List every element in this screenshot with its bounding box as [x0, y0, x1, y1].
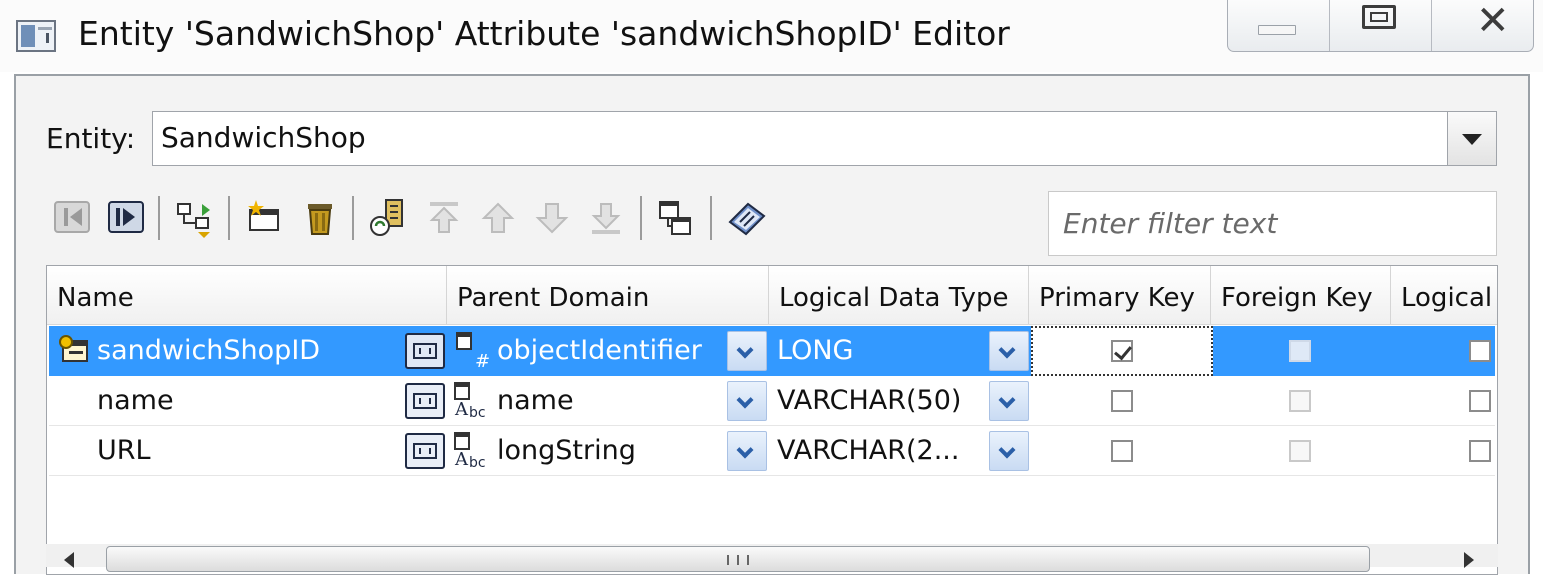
cell-logical-data-type[interactable]: VARCHAR(50) [777, 376, 987, 426]
maximize-button[interactable] [1330, 0, 1432, 51]
close-icon: ✕ [1476, 0, 1510, 44]
primary-key-checkbox[interactable] [1111, 340, 1133, 362]
column-header-logical[interactable]: Logical [1391, 266, 1497, 324]
cell-name[interactable]: URL [97, 426, 397, 476]
maximize-icon [1362, 5, 1396, 29]
svg-text:bc: bc [469, 405, 486, 421]
grip-icon [727, 555, 749, 565]
move-up-icon[interactable] [478, 196, 518, 240]
column-header-parent-domain[interactable]: Parent Domain [447, 266, 769, 324]
move-top-icon[interactable] [424, 196, 464, 240]
cell-parent-domain[interactable]: objectIdentifier [497, 326, 727, 376]
chevron-down-icon[interactable] [727, 381, 767, 421]
minimize-icon [1258, 25, 1296, 35]
entity-select[interactable]: SandwichShop [152, 111, 1497, 166]
chevron-down-icon[interactable] [989, 331, 1029, 371]
scroll-right-icon[interactable] [1464, 552, 1474, 568]
column-header-foreign-key[interactable]: Foreign Key [1211, 266, 1391, 324]
logical-checkbox[interactable] [1469, 440, 1491, 462]
expand-right-icon[interactable] [106, 196, 146, 240]
foreign-key-checkbox[interactable] [1289, 340, 1311, 362]
window-title: Entity 'SandwichShop' Attribute 'sandwic… [78, 14, 1010, 53]
filter-input[interactable] [1049, 192, 1496, 255]
entity-label: Entity: [46, 122, 136, 155]
svg-text:bc: bc [469, 455, 486, 471]
foreign-key-checkbox[interactable] [1289, 390, 1311, 412]
logical-checkbox[interactable] [1469, 340, 1491, 362]
close-button[interactable]: ✕ [1432, 0, 1533, 51]
window-app-icon [16, 19, 58, 53]
filter-box [1048, 191, 1497, 256]
primary-key-checkbox[interactable] [1111, 440, 1133, 462]
move-bottom-icon[interactable] [586, 196, 626, 240]
toolbar-separator [710, 196, 712, 240]
toolbar-separator [158, 196, 160, 240]
table-row[interactable]: sandwichShopID # objectIdentifier LONG [49, 326, 1495, 376]
svg-text:A: A [454, 399, 469, 420]
string-domain-icon: Abc [453, 376, 497, 426]
new-attribute-icon[interactable] [244, 196, 284, 240]
properties-icon[interactable] [726, 196, 766, 240]
string-domain-icon: Abc [453, 426, 497, 476]
cell-logical-data-type[interactable]: LONG [777, 326, 977, 376]
scroll-left-icon[interactable] [64, 552, 74, 568]
toolbar-separator [228, 196, 230, 240]
toolbar-separator [352, 196, 354, 240]
column-header-logical-data-type[interactable]: Logical Data Type [769, 266, 1029, 324]
cell-name[interactable]: name [97, 376, 397, 426]
table-row[interactable]: URL Abc longString VARCHAR(2... [49, 426, 1495, 476]
numeric-domain-icon: # [455, 326, 497, 376]
chevron-down-icon[interactable] [989, 381, 1029, 421]
scrollbar-thumb[interactable] [106, 546, 1370, 572]
cell-parent-domain[interactable]: longString [497, 426, 727, 476]
foreign-key-checkbox[interactable] [1289, 440, 1311, 462]
column-header-name[interactable]: Name [47, 266, 447, 324]
chevron-down-icon[interactable] [727, 431, 767, 471]
title-bar: Entity 'SandwichShop' Attribute 'sandwic… [0, 0, 1543, 72]
edit-name-button[interactable] [405, 433, 445, 469]
primary-key-checkbox[interactable] [1111, 390, 1133, 412]
cell-name[interactable]: sandwichShopID [97, 326, 437, 376]
table-row[interactable]: name Abc name VARCHAR(50) [49, 376, 1495, 426]
table-header: Name Parent Domain Logical Data Type Pri… [47, 266, 1497, 325]
edit-name-button[interactable] [405, 333, 445, 369]
copy-attribute-icon[interactable] [656, 196, 696, 240]
generate-icon[interactable] [368, 196, 408, 240]
chevron-down-icon[interactable] [989, 431, 1029, 471]
row-divider [49, 475, 1495, 476]
logical-checkbox[interactable] [1469, 390, 1491, 412]
chevron-down-icon[interactable] [1447, 112, 1496, 165]
cell-logical-data-type[interactable]: VARCHAR(2... [777, 426, 987, 476]
toolbar [50, 192, 790, 244]
toolbar-separator [640, 196, 642, 240]
collapse-left-icon[interactable] [52, 196, 92, 240]
attribute-tree-icon[interactable] [174, 196, 214, 240]
svg-text:#: # [475, 351, 490, 371]
entity-select-value: SandwichShop [161, 121, 366, 154]
window-controls: ✕ [1227, 0, 1534, 52]
svg-text:A: A [454, 449, 469, 470]
minimize-button[interactable] [1228, 0, 1330, 51]
move-down-icon[interactable] [532, 196, 572, 240]
edit-name-button[interactable] [405, 383, 445, 419]
chevron-down-icon[interactable] [727, 331, 767, 371]
delete-icon[interactable] [300, 196, 340, 240]
primary-key-attribute-icon [57, 326, 97, 376]
attributes-table: Name Parent Domain Logical Data Type Pri… [46, 265, 1498, 575]
column-header-primary-key[interactable]: Primary Key [1029, 266, 1211, 324]
horizontal-scrollbar[interactable] [46, 544, 1498, 572]
cell-parent-domain[interactable]: name [497, 376, 727, 426]
